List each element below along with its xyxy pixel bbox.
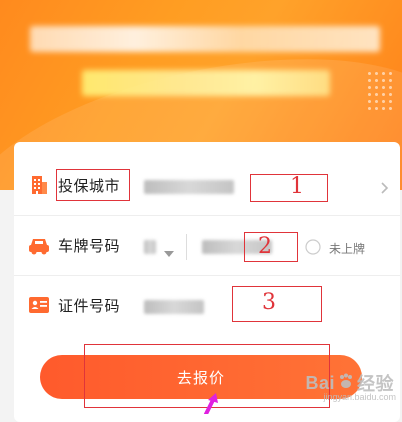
annotation-box-3 xyxy=(232,286,322,322)
id-card-icon xyxy=(28,296,50,318)
plate-separator xyxy=(186,234,187,260)
plate-province-blurred xyxy=(144,240,156,254)
id-number-input-blurred[interactable] xyxy=(144,300,204,314)
unregistered-label: 未上牌 xyxy=(329,242,366,256)
banner-dots-decoration xyxy=(366,70,394,110)
chevron-right-icon[interactable] xyxy=(380,180,390,199)
annotation-box-city-label xyxy=(56,169,130,201)
annotation-box-1 xyxy=(250,174,328,202)
radio-icon[interactable] xyxy=(305,239,321,259)
watermark: Bai 经验 jingyan.baidu.com xyxy=(305,370,396,403)
annotation-number-2: 2 xyxy=(258,234,272,259)
annotation-number-3: 3 xyxy=(262,290,276,315)
city-value-blurred xyxy=(144,180,234,194)
plate-row: 车牌号码 2 未上牌 xyxy=(14,216,400,276)
city-row[interactable]: 投保城市 1 xyxy=(14,156,400,216)
car-icon xyxy=(27,235,49,257)
id-label: 证件号码 xyxy=(58,298,121,315)
caret-down-icon[interactable] xyxy=(164,243,174,262)
annotation-number-1: 1 xyxy=(290,174,304,199)
banner-blurred-headline xyxy=(30,26,380,52)
banner-blurred-subheadline xyxy=(82,70,330,96)
building-icon xyxy=(28,174,50,196)
watermark-brand: Bai xyxy=(305,372,335,393)
pointer-arrow-icon xyxy=(200,392,230,418)
plate-label: 车牌号码 xyxy=(58,238,121,255)
id-row: 证件号码 3 xyxy=(14,276,400,336)
watermark-url: jingyan.baidu.com xyxy=(323,392,397,402)
